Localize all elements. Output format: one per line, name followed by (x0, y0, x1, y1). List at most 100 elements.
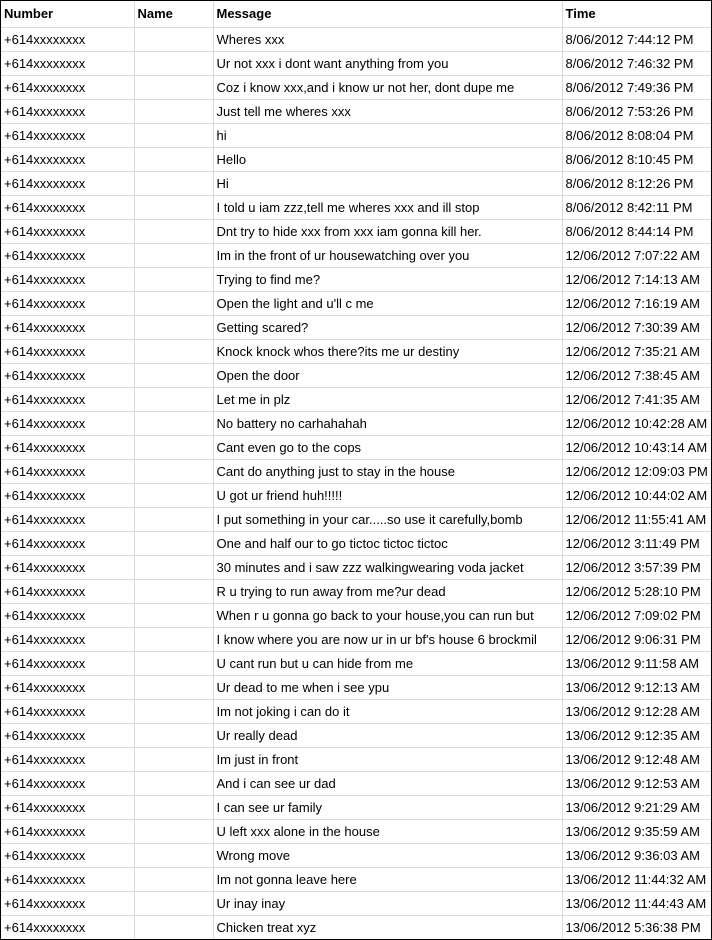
cell-message: Cant even go to the cops (213, 435, 563, 460)
cell-number: +614xxxxxxxx (1, 291, 135, 316)
table-row: +614xxxxxxxx Cant do anything just to sta… (1, 459, 711, 484)
cell-time: 8/06/2012 7:49:36 PM (562, 75, 711, 100)
table-row: +614xxxxxxxx Hi 8/06/2012 8:12:26 PM (1, 171, 711, 196)
cell-time: 13/06/2012 9:36:03 AM (562, 843, 711, 868)
cell-name (134, 411, 214, 436)
table-row: +614xxxxxxxx No battery no carhahahah 12/0… (1, 411, 711, 436)
cell-message: Dnt try to hide xxx from xxx iam gonna k… (213, 219, 563, 244)
cell-message: Hello (213, 147, 563, 172)
cell-name (134, 627, 214, 652)
cell-time: 12/06/2012 7:41:35 AM (562, 387, 711, 412)
cell-time: 12/06/2012 10:42:28 AM (562, 411, 711, 436)
cell-message: Knock knock whos there?its me ur destiny (213, 339, 563, 364)
cell-time: 8/06/2012 8:10:45 PM (562, 147, 711, 172)
cell-number: +614xxxxxxxx (1, 435, 135, 460)
cell-name (134, 771, 214, 796)
table-row: +614xxxxxxxx I told u iam zzz,tell me whe… (1, 195, 711, 220)
cell-message: Ur inay inay (213, 891, 563, 916)
cell-number: +614xxxxxxxx (1, 867, 135, 892)
cell-number: +614xxxxxxxx (1, 795, 135, 820)
cell-time: 12/06/2012 7:16:19 AM (562, 291, 711, 316)
table-row: +614xxxxxxxx Getting scared? 12/06/2012 7:… (1, 315, 711, 340)
table-row: +614xxxxxxxx I put something in your car.… (1, 507, 711, 532)
message-log-table: Number Name Message Time +614xxxxxxxx Whe… (1, 1, 711, 939)
cell-time: 12/06/2012 11:55:41 AM (562, 507, 711, 532)
cell-message: And i can see ur dad (213, 771, 563, 796)
cell-message: I told u iam zzz,tell me wheres xxx and … (213, 195, 563, 220)
cell-message: Coz i know xxx,and i know ur not her, do… (213, 75, 563, 100)
cell-name (134, 123, 214, 148)
cell-message: Ur really dead (213, 723, 563, 748)
cell-time: 8/06/2012 8:08:04 PM (562, 123, 711, 148)
table-row: +614xxxxxxxx I can see ur family 13/06/201… (1, 795, 711, 820)
cell-number: +614xxxxxxxx (1, 627, 135, 652)
cell-number: +614xxxxxxxx (1, 195, 135, 220)
table-row: +614xxxxxxxx And i can see ur dad 13/06/20… (1, 771, 711, 796)
cell-name (134, 675, 214, 700)
cell-time: 12/06/2012 10:43:14 AM (562, 435, 711, 460)
table-row: +614xxxxxxxx Ur inay inay 13/06/2012 11:44… (1, 891, 711, 916)
table-row: +614xxxxxxxx I know where you are now ur … (1, 627, 711, 652)
cell-name (134, 291, 214, 316)
cell-number: +614xxxxxxxx (1, 771, 135, 796)
cell-name (134, 795, 214, 820)
cell-time: 12/06/2012 5:28:10 PM (562, 579, 711, 604)
table-row: +614xxxxxxxx When r u gonna go back to yo… (1, 603, 711, 628)
cell-message: U left xxx alone in the house (213, 819, 563, 844)
cell-name (134, 195, 214, 220)
cell-name (134, 387, 214, 412)
cell-number: +614xxxxxxxx (1, 507, 135, 532)
cell-time: 13/06/2012 9:11:58 AM (562, 651, 711, 676)
cell-number: +614xxxxxxxx (1, 603, 135, 628)
cell-number: +614xxxxxxxx (1, 219, 135, 244)
cell-message: U cant run but u can hide from me (213, 651, 563, 676)
column-header-name: Name (134, 1, 214, 28)
cell-time: 13/06/2012 11:44:32 AM (562, 867, 711, 892)
cell-name (134, 435, 214, 460)
column-header-time: Time (562, 1, 711, 28)
cell-number: +614xxxxxxxx (1, 243, 135, 268)
cell-number: +614xxxxxxxx (1, 315, 135, 340)
cell-message: Hi (213, 171, 563, 196)
table-row: +614xxxxxxxx Just tell me wheres xxx 8/06/… (1, 99, 711, 124)
cell-time: 8/06/2012 8:44:14 PM (562, 219, 711, 244)
cell-number: +614xxxxxxxx (1, 843, 135, 868)
cell-message: Im not gonna leave here (213, 867, 563, 892)
cell-number: +614xxxxxxxx (1, 387, 135, 412)
cell-number: +614xxxxxxxx (1, 723, 135, 748)
table-row: +614xxxxxxxx Trying to find me? 12/06/2012… (1, 267, 711, 292)
cell-time: 12/06/2012 7:35:21 AM (562, 339, 711, 364)
cell-time: 13/06/2012 11:44:43 AM (562, 891, 711, 916)
cell-name (134, 579, 214, 604)
cell-message: Trying to find me? (213, 267, 563, 292)
table-row: +614xxxxxxxx Wheres xxx 8/06/2012 7:44:12 … (1, 27, 711, 52)
cell-time: 8/06/2012 7:46:32 PM (562, 51, 711, 76)
table-row: +614xxxxxxxx Hello 8/06/2012 8:10:45 PM (1, 147, 711, 172)
cell-name (134, 75, 214, 100)
header-row: Number Name Message Time (1, 1, 711, 28)
table-row: +614xxxxxxxx Chicken treat xyz 13/06/2012 … (1, 915, 711, 939)
cell-name (134, 243, 214, 268)
cell-number: +614xxxxxxxx (1, 747, 135, 772)
cell-number: +614xxxxxxxx (1, 531, 135, 556)
cell-number: +614xxxxxxxx (1, 891, 135, 916)
table-row: +614xxxxxxxx Coz i know xxx,and i know ur… (1, 75, 711, 100)
cell-time: 12/06/2012 9:06:31 PM (562, 627, 711, 652)
cell-time: 12/06/2012 3:57:39 PM (562, 555, 711, 580)
cell-message: Im just in front (213, 747, 563, 772)
cell-time: 12/06/2012 10:44:02 AM (562, 483, 711, 508)
table-row: +614xxxxxxxx U left xxx alone in the hous… (1, 819, 711, 844)
cell-message: Wheres xxx (213, 27, 563, 52)
cell-message: When r u gonna go back to your house,you… (213, 603, 563, 628)
cell-name (134, 819, 214, 844)
cell-time: 8/06/2012 7:53:26 PM (562, 99, 711, 124)
table-row: +614xxxxxxxx Ur not xxx i dont want anyth… (1, 51, 711, 76)
cell-time: 13/06/2012 9:12:13 AM (562, 675, 711, 700)
table-row: +614xxxxxxxx Im in the front of ur housew… (1, 243, 711, 268)
cell-name (134, 531, 214, 556)
cell-message: Ur not xxx i dont want anything from you (213, 51, 563, 76)
cell-time: 12/06/2012 3:11:49 PM (562, 531, 711, 556)
cell-name (134, 483, 214, 508)
cell-name (134, 651, 214, 676)
cell-number: +614xxxxxxxx (1, 555, 135, 580)
